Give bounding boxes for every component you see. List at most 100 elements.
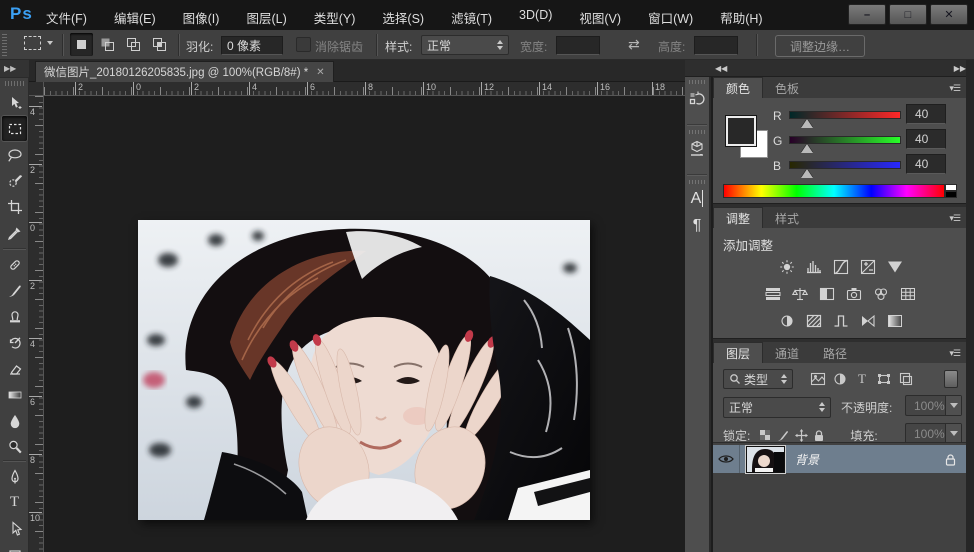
pen-tool[interactable] (2, 464, 27, 489)
layer-thumbnail[interactable] (746, 446, 785, 473)
quick-selection-tool[interactable] (2, 168, 27, 193)
layer-filter-dropdown[interactable]: 类型 (723, 369, 793, 389)
selection-subtract-button[interactable] (122, 33, 145, 56)
selection-add-button[interactable] (96, 33, 119, 56)
channel-r-value[interactable]: 40 (906, 104, 946, 124)
selection-new-button[interactable] (70, 33, 93, 56)
tab-paths[interactable]: 路径 (811, 343, 859, 363)
filter-toggle-button[interactable] (944, 370, 958, 388)
adjustment-brightness-contrast[interactable] (775, 257, 799, 276)
lasso-tool[interactable] (2, 142, 27, 167)
rectangular-marquee-tool[interactable] (2, 116, 27, 141)
opacity-dropdown[interactable]: 100% (905, 395, 962, 416)
menu-view[interactable]: 视图(V) (579, 8, 621, 27)
adjustment-threshold[interactable] (829, 311, 853, 330)
feather-input[interactable]: 0 像素 (221, 36, 283, 55)
adjustment-gradient-map[interactable] (856, 311, 880, 330)
ruler-horizontal[interactable]: 2024681012141618 (44, 82, 685, 96)
spectrum-white-swatch[interactable] (945, 184, 957, 191)
spot-healing-brush-tool[interactable] (2, 252, 27, 277)
filter-pixel-layers-icon[interactable] (807, 370, 829, 388)
adjustment-curves[interactable] (829, 257, 853, 276)
type-tool[interactable]: T (2, 490, 27, 515)
antialias-checkbox[interactable] (296, 37, 311, 52)
menu-3d[interactable]: 3D(D) (519, 8, 552, 27)
menu-file[interactable]: 文件(F) (46, 8, 87, 27)
adjustment-invert[interactable] (775, 311, 799, 330)
document-image[interactable] (138, 220, 590, 520)
refine-edge-button[interactable]: 调整边缘… (775, 35, 865, 57)
eraser-tool[interactable] (2, 356, 27, 381)
tab-swatches[interactable]: 色板 (763, 78, 811, 98)
menu-type[interactable]: 类型(Y) (314, 8, 356, 27)
foreground-color-swatch[interactable] (726, 116, 756, 146)
filter-smart-objects-icon[interactable] (895, 370, 917, 388)
blur-tool[interactable] (2, 408, 27, 433)
adjustment-color-lookup[interactable] (896, 284, 920, 303)
tab-layers[interactable]: 图层 (713, 342, 763, 363)
menu-edit[interactable]: 编辑(E) (114, 8, 156, 27)
color-spectrum-ramp[interactable] (723, 184, 945, 198)
menu-image[interactable]: 图像(I) (183, 8, 220, 27)
channel-r-thumb[interactable] (801, 119, 813, 128)
tab-adjustments[interactable]: 调整 (713, 207, 763, 228)
channel-g-thumb[interactable] (801, 144, 813, 153)
menu-filter[interactable]: 滤镜(T) (451, 8, 492, 27)
swap-dimensions-icon[interactable]: ⇄ (628, 36, 640, 53)
properties-panel-button[interactable] (685, 127, 709, 158)
toolbar-gripper[interactable] (5, 81, 24, 86)
ruler-origin-box[interactable] (29, 82, 44, 96)
toolbar-collapse[interactable]: ▶▶ (0, 60, 29, 78)
panel-menu-icon[interactable]: ▾☰ (949, 213, 960, 224)
spectrum-black-swatch[interactable] (945, 191, 957, 198)
layer-visibility-toggle[interactable] (713, 445, 740, 473)
crop-tool[interactable] (2, 194, 27, 219)
brush-tool[interactable] (2, 278, 27, 303)
gradient-tool[interactable] (2, 382, 27, 407)
minimize-button[interactable]: – (848, 4, 886, 25)
filter-type-layers-icon[interactable]: T (851, 370, 873, 388)
eyedropper-tool[interactable] (2, 220, 27, 245)
adjustment-exposure[interactable] (856, 257, 880, 276)
ruler-vertical[interactable]: 420246810 (29, 96, 44, 552)
tool-preset[interactable] (24, 36, 53, 50)
width-input[interactable] (556, 36, 600, 55)
character-panel-button[interactable]: A​ (685, 177, 709, 208)
canvas-area[interactable] (44, 96, 685, 552)
panel-menu-icon[interactable]: ▾☰ (949, 348, 960, 359)
close-button[interactable]: ✕ (930, 4, 968, 25)
channel-b-slider[interactable] (789, 161, 901, 169)
tab-color[interactable]: 颜色 (713, 77, 763, 98)
fill-dropdown[interactable]: 100% (905, 423, 962, 444)
adjustment-hue-saturation[interactable] (761, 284, 785, 303)
paragraph-panel-button[interactable]: ¶ (685, 217, 709, 235)
adjustment-vibrance[interactable] (883, 257, 907, 276)
selection-intersect-button[interactable] (148, 33, 171, 56)
channel-b-thumb[interactable] (801, 169, 813, 178)
menu-help[interactable]: 帮助(H) (720, 8, 762, 27)
menu-select[interactable]: 选择(S) (382, 8, 424, 27)
dock-expand-icon[interactable]: ◀◀ (715, 64, 727, 73)
channel-b-value[interactable]: 40 (906, 154, 946, 174)
move-tool[interactable] (2, 90, 27, 115)
tab-styles[interactable]: 样式 (763, 208, 811, 228)
clone-stamp-tool[interactable] (2, 304, 27, 329)
adjustment-posterize[interactable] (802, 311, 826, 330)
tab-close-icon[interactable]: ✕ (316, 67, 324, 78)
filter-shape-layers-icon[interactable] (873, 370, 895, 388)
channel-g-value[interactable]: 40 (906, 129, 946, 149)
options-bar-gripper[interactable] (2, 34, 7, 56)
menu-window[interactable]: 窗口(W) (648, 8, 693, 27)
dock-collapse-icon[interactable]: ▶▶ (954, 64, 966, 73)
height-input[interactable] (694, 36, 738, 55)
style-dropdown[interactable]: 正常 (421, 35, 509, 55)
filter-adjustment-layers-icon[interactable] (829, 370, 851, 388)
adjustment-photo-filter[interactable] (842, 284, 866, 303)
channel-g-slider[interactable] (789, 136, 901, 144)
shape-tool[interactable] (2, 542, 27, 552)
adjustment-channel-mixer[interactable] (869, 284, 893, 303)
maximize-button[interactable]: □ (889, 4, 927, 25)
adjustment-selective-color[interactable] (883, 311, 907, 330)
adjustment-color-balance[interactable] (788, 284, 812, 303)
dodge-tool[interactable] (2, 434, 27, 459)
